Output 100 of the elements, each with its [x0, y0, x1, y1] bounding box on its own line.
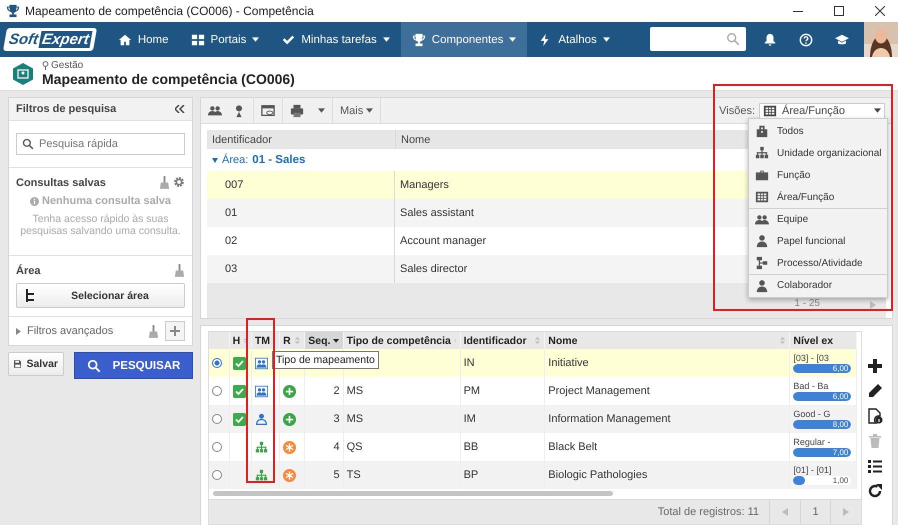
person-icon: [254, 412, 268, 426]
views-dropdown[interactable]: Área/Função: [759, 102, 885, 118]
window-title: Mapeamento de competência (CO006) - Competência: [25, 4, 315, 18]
graduation-cap-icon[interactable]: [835, 32, 849, 46]
search-button[interactable]: PESQUISAR: [74, 352, 193, 379]
sort-descending-icon[interactable]: [333, 337, 340, 344]
menu-item[interactable]: Todos: [749, 120, 887, 142]
broom-icon[interactable]: [174, 264, 185, 277]
radio-button[interactable]: [212, 470, 222, 480]
org-chart-icon: [254, 440, 268, 454]
breadcrumb[interactable]: Gestão: [51, 60, 84, 71]
plus-icon: [170, 326, 180, 336]
caret-icon: [382, 37, 390, 42]
add-icon[interactable]: [867, 358, 883, 374]
advanced-filters-label[interactable]: Filtros avançados: [27, 325, 142, 337]
column-header[interactable]: Nome: [396, 134, 430, 146]
table-cell: PM: [464, 385, 480, 397]
group-label: Área:: [222, 154, 248, 166]
broom-icon[interactable]: [159, 176, 170, 189]
table-cell-text: Sales director: [399, 263, 468, 275]
radio-button[interactable]: [212, 414, 222, 424]
section-title: Área: [16, 264, 40, 276]
save-icon: [14, 358, 22, 370]
nav-menu-item[interactable]: Minhas tarefas: [270, 22, 401, 57]
table-cell: MS: [346, 413, 364, 425]
asterisk-icon: [283, 468, 296, 482]
broom-icon[interactable]: [148, 324, 159, 338]
table-cell: QS: [346, 441, 362, 453]
page-title: Mapeamento de competência (CO006): [42, 71, 295, 87]
print-button[interactable]: [290, 104, 325, 118]
level-label: Good - G: [793, 409, 832, 419]
column-header[interactable]: Identificador: [207, 134, 272, 146]
badge-icon: [12, 62, 34, 84]
radio-button[interactable]: [212, 386, 222, 396]
caret-icon: [366, 108, 374, 113]
menu-item[interactable]: Processo/Atividade: [749, 252, 887, 274]
document-info-icon[interactable]: [867, 408, 883, 424]
trophy-icon: [6, 4, 20, 18]
list-icon[interactable]: [867, 458, 883, 474]
level-label: Bad - Ba: [793, 381, 830, 391]
column-header[interactable]: R: [280, 332, 305, 349]
table-cell: Initiative: [548, 357, 589, 369]
maximize-icon[interactable]: [834, 6, 844, 16]
page-number[interactable]: 1: [800, 500, 830, 524]
column-header[interactable]: Seq.: [304, 332, 344, 349]
tooltip: Tipo de mapeamento: [272, 351, 379, 369]
caret-icon: [252, 37, 260, 42]
empty-message: Tenha acesso rápido às suas pesquisas salvando uma consulta.: [19, 213, 182, 239]
panel-title: Filtros de pesquisa: [16, 103, 116, 115]
menu-item[interactable]: Unidade organizacional: [749, 142, 887, 164]
search-field[interactable]: Pesquisa rápida: [16, 133, 185, 155]
trophy-icon: [412, 32, 426, 46]
column-header[interactable]: Nome: [544, 332, 790, 349]
level-bar: 8,00: [793, 420, 852, 429]
bell-icon[interactable]: [763, 32, 777, 46]
select-area-button[interactable]: Selecionar área: [16, 283, 185, 308]
column-header[interactable]: Tipo de competência: [343, 332, 460, 349]
radio-button[interactable]: [212, 358, 222, 368]
close-icon[interactable]: [875, 6, 885, 16]
nav-menu-item[interactable]: Atalhos: [527, 22, 621, 57]
nav-menu-item[interactable]: Home: [106, 22, 180, 57]
grid-icon: [190, 32, 205, 46]
save-button[interactable]: Salvar: [8, 352, 64, 376]
table-cell-text: Managers: [399, 179, 449, 191]
refresh-icon[interactable]: [867, 483, 883, 499]
briefcase-icon: [755, 168, 769, 182]
preview-icon[interactable]: [261, 104, 275, 118]
search-icon: [22, 138, 34, 150]
caret-icon: [602, 37, 610, 42]
pencil-icon[interactable]: [867, 383, 883, 399]
menu-item[interactable]: Colaborador: [749, 274, 887, 296]
level-bar: 1,00: [793, 476, 852, 485]
menu-item[interactable]: Papel funcional: [749, 230, 887, 252]
nav-menu-item[interactable]: Portais: [180, 22, 270, 57]
search-icon: [86, 358, 101, 372]
more-button[interactable]: Mais: [340, 104, 374, 116]
scrollbar[interactable]: [213, 491, 613, 496]
help-icon[interactable]: [799, 32, 813, 46]
gear-icon[interactable]: [173, 176, 185, 188]
radio-button[interactable]: [212, 442, 222, 452]
level-bar: 7,00: [793, 448, 852, 457]
table-cell: 4: [333, 441, 340, 453]
asterisk-icon: [283, 440, 296, 454]
menu-item[interactable]: Equipe: [749, 208, 887, 230]
nav-menu-item[interactable]: Componentes: [400, 22, 528, 57]
add-button[interactable]: [165, 321, 185, 341]
search-field[interactable]: [650, 27, 746, 51]
expand-icon[interactable]: [16, 328, 21, 334]
level-label: [03] - [03: [793, 353, 830, 363]
org-chart-icon: [254, 468, 268, 482]
expand-icon[interactable]: [212, 158, 218, 162]
logo[interactable]: SoftExpert: [2, 28, 97, 51]
level-label: [01] - [01]: [793, 465, 832, 475]
collapse-icon[interactable]: [175, 105, 185, 113]
sort-icon[interactable]: [243, 337, 248, 344]
pin-icon: [42, 61, 49, 70]
column-header[interactable]: Identificador: [460, 332, 545, 349]
column-header[interactable]: Nível ex: [790, 332, 856, 349]
table-cell-text: Account manager: [399, 235, 486, 247]
table-cell: Project Management: [548, 385, 650, 397]
